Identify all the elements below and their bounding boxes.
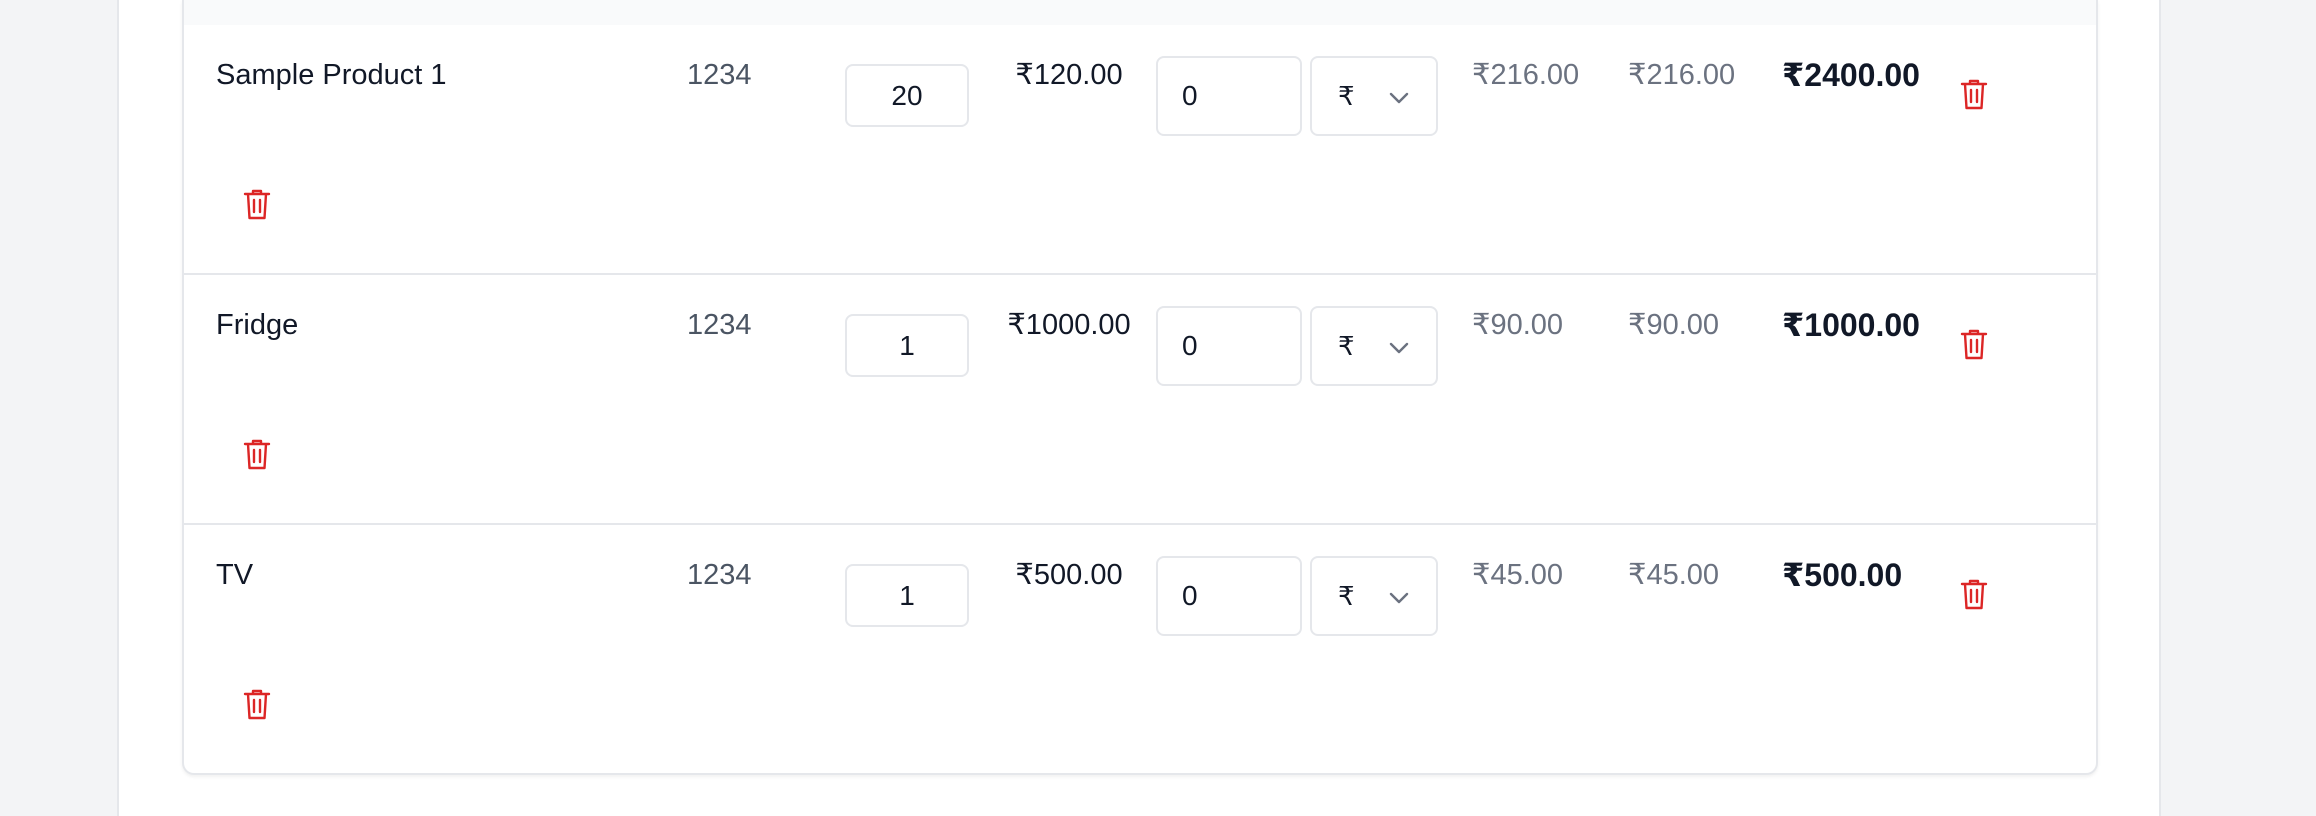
quantity-input[interactable] [845, 64, 969, 127]
quantity-input[interactable] [845, 314, 969, 377]
line-items-table: Sample Product 1 1234 ₹120.00 ₹ ₹216.00 … [182, 0, 2098, 775]
tax-amount-2: ₹45.00 [1628, 559, 1720, 591]
discount-input[interactable] [1156, 556, 1302, 636]
discount-type-value: ₹ [1338, 581, 1355, 611]
discount-type-value: ₹ [1338, 81, 1355, 111]
hsn-code: 1234 [687, 59, 752, 91]
table-header [184, 0, 2096, 25]
hsn-code: 1234 [687, 559, 752, 591]
discount-type-value: ₹ [1338, 331, 1355, 361]
tax-amount-1: ₹45.00 [1472, 559, 1564, 591]
trash-icon[interactable] [242, 687, 272, 721]
trash-icon[interactable] [242, 437, 272, 471]
line-total: ₹500.00 [1782, 557, 1903, 593]
discount-type-select[interactable]: ₹ [1310, 556, 1438, 636]
unit-price: ₹500.00 [1015, 559, 1123, 591]
product-name: Sample Product 1 [216, 59, 447, 91]
table-row: Fridge 1234 ₹1000.00 ₹ ₹90.00 ₹90.00 ₹10… [184, 275, 2096, 525]
table-row: Sample Product 1 1234 ₹120.00 ₹ ₹216.00 … [184, 25, 2096, 275]
line-total: ₹2400.00 [1782, 57, 1920, 93]
chevron-down-icon [1389, 342, 1409, 354]
hsn-code: 1234 [687, 309, 752, 341]
table-row: TV 1234 ₹500.00 ₹ ₹45.00 ₹45.00 ₹500.00 [184, 525, 2096, 773]
product-name: TV [216, 559, 254, 591]
line-total: ₹1000.00 [1782, 307, 1920, 343]
chevron-down-icon [1389, 92, 1409, 104]
discount-input[interactable] [1156, 56, 1302, 136]
unit-price: ₹1000.00 [1007, 309, 1131, 341]
tax-amount-1: ₹90.00 [1472, 309, 1564, 341]
trash-icon[interactable] [1959, 77, 1989, 111]
tax-amount-2: ₹90.00 [1628, 309, 1720, 341]
trash-icon[interactable] [242, 187, 272, 221]
product-name: Fridge [216, 309, 299, 341]
trash-icon[interactable] [1959, 327, 1989, 361]
quantity-input[interactable] [845, 564, 969, 627]
discount-input[interactable] [1156, 306, 1302, 386]
discount-type-select[interactable]: ₹ [1310, 56, 1438, 136]
tax-amount-1: ₹216.00 [1472, 59, 1580, 91]
unit-price: ₹120.00 [1015, 59, 1123, 91]
tax-amount-2: ₹216.00 [1628, 59, 1736, 91]
trash-icon[interactable] [1959, 577, 1989, 611]
discount-type-select[interactable]: ₹ [1310, 306, 1438, 386]
chevron-down-icon [1389, 592, 1409, 604]
